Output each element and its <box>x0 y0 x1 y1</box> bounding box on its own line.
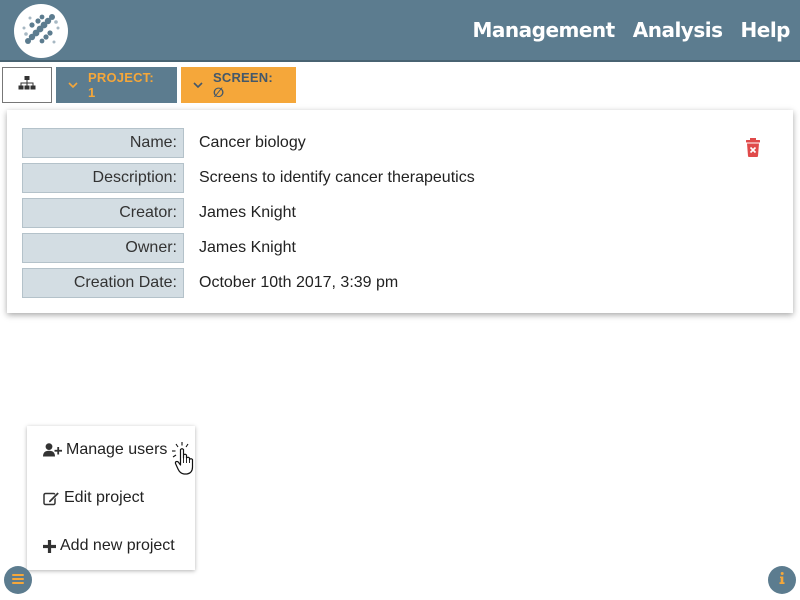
hamburger-icon <box>12 571 24 589</box>
nav-analysis[interactable]: Analysis <box>633 17 723 43</box>
manage-users-item[interactable]: Manage users <box>43 437 167 463</box>
detail-value: James Knight <box>199 239 296 256</box>
add-new-project-item[interactable]: Add new project <box>43 533 175 559</box>
detail-label: Name: <box>22 128 184 158</box>
detail-value: Cancer biology <box>199 134 306 151</box>
chevron-down-icon <box>68 82 78 88</box>
detail-label: Creation Date: <box>22 268 184 298</box>
tree-view-button[interactable] <box>2 67 52 103</box>
app-logo[interactable] <box>14 4 68 58</box>
detail-value: Screens to identify cancer therapeutics <box>199 169 475 186</box>
screen-crumb-label: SCREEN: ∅ <box>213 69 273 100</box>
project-crumb-label: PROJECT: 1 <box>88 70 154 100</box>
nav-help[interactable]: Help <box>741 17 791 43</box>
detail-value: James Knight <box>199 204 296 221</box>
project-crumb[interactable]: PROJECT: 1 <box>56 67 177 103</box>
detail-label: Owner: <box>22 233 184 263</box>
trash-icon[interactable] <box>745 138 761 157</box>
detail-row-name: Name: Cancer biology <box>22 128 306 158</box>
detail-row-description: Description: Screens to identify cancer … <box>22 163 475 193</box>
edit-project-item[interactable]: Edit project <box>43 485 144 511</box>
project-details-card: Name: Cancer biology Description: Screen… <box>7 110 793 313</box>
info-icon <box>779 572 785 588</box>
edit-icon <box>43 491 60 506</box>
detail-value: October 10th 2017, 3:39 pm <box>199 274 399 291</box>
hand-cursor-icon <box>170 441 206 477</box>
detail-label: Description: <box>22 163 184 193</box>
info-button[interactable] <box>768 566 796 594</box>
detail-row-creation-date: Creation Date: October 10th 2017, 3:39 p… <box>22 268 398 298</box>
menu-toggle-button[interactable] <box>4 566 32 594</box>
detail-label: Creator: <box>22 198 184 228</box>
plus-icon <box>43 539 56 553</box>
sitemap-icon <box>18 75 36 95</box>
menu-item-label: Add new project <box>60 537 175 554</box>
screen-crumb[interactable]: SCREEN: ∅ <box>181 67 296 103</box>
nav-links: Management Analysis Help <box>473 17 791 43</box>
breadcrumb: PROJECT: 1 SCREEN: ∅ <box>2 67 296 103</box>
menu-item-label: Edit project <box>64 489 145 506</box>
menu-item-label: Manage users <box>66 441 168 458</box>
nav-management[interactable]: Management <box>473 17 616 43</box>
top-navbar: Management Analysis Help <box>0 0 800 62</box>
user-plus-icon <box>43 443 62 457</box>
detail-row-owner: Owner: James Knight <box>22 233 296 263</box>
detail-row-creator: Creator: James Knight <box>22 198 296 228</box>
chevron-down-icon <box>193 82 203 88</box>
